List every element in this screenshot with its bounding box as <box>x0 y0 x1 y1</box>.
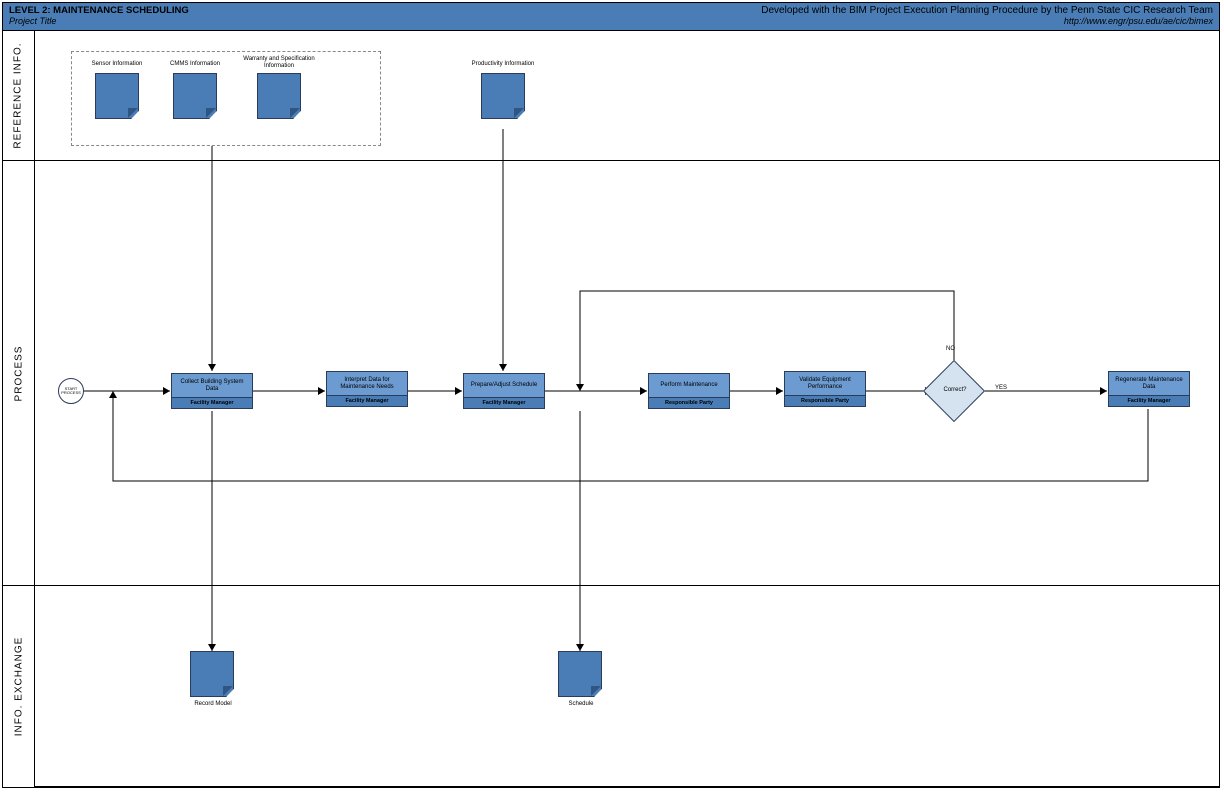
diagram-frame: LEVEL 2: MAINTENANCE SCHEDULING Project … <box>2 2 1220 788</box>
level-title: LEVEL 2: MAINTENANCE SCHEDULING <box>9 5 189 16</box>
lane-label-process: PROCESS <box>3 161 34 586</box>
project-subtitle: Project Title <box>9 16 189 26</box>
lane-labels: REFERENCE INFO. PROCESS INFO. EXCHANGE <box>3 31 35 787</box>
body: REFERENCE INFO. PROCESS INFO. EXCHANGE <box>3 31 1219 787</box>
credit-line: Developed with the BIM Project Execution… <box>761 5 1213 16</box>
header-left: LEVEL 2: MAINTENANCE SCHEDULING Project … <box>9 5 189 28</box>
diagram-header: LEVEL 2: MAINTENANCE SCHEDULING Project … <box>3 3 1219 31</box>
lane-label-info-exchange: INFO. EXCHANGE <box>3 586 34 787</box>
credit-url: http://www.engr/psu.edu/ae/cic/bimex <box>761 16 1213 26</box>
main-canvas: Sensor Information CMMS Information Warr… <box>35 31 1219 787</box>
header-right: Developed with the BIM Project Execution… <box>761 5 1213 28</box>
lane-reference <box>35 31 1219 161</box>
lane-process <box>35 161 1219 586</box>
lane-label-reference: REFERENCE INFO. <box>3 31 34 161</box>
lane-info-exchange <box>35 586 1219 787</box>
